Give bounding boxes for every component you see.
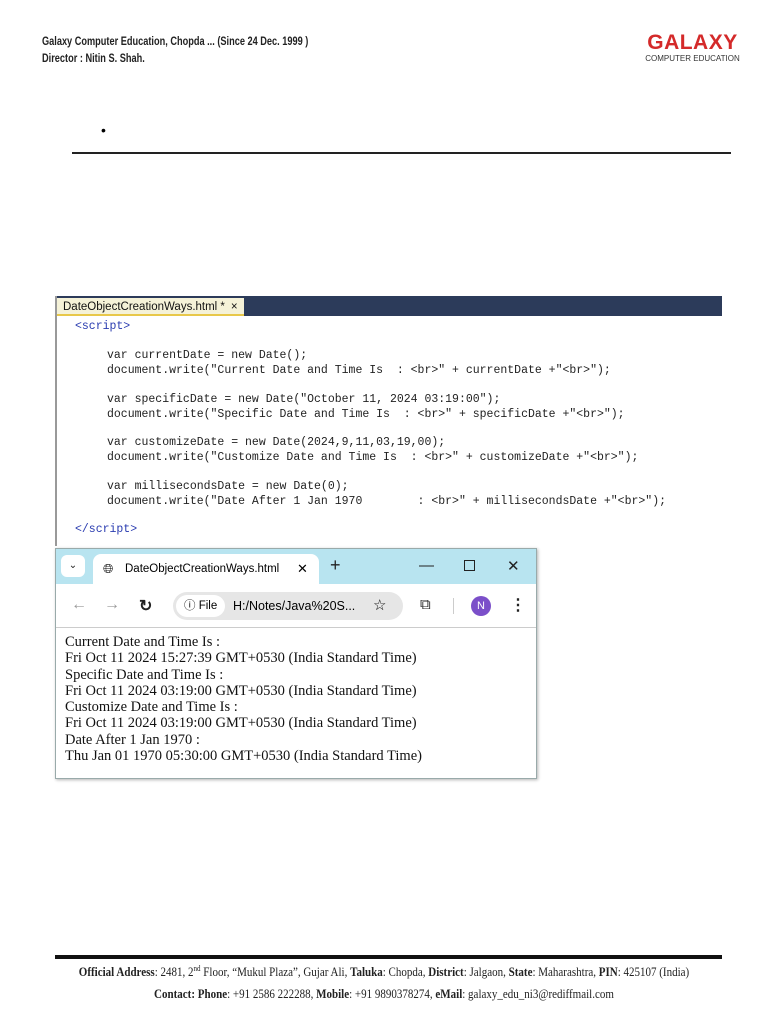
code-line: var customizeDate = new Date(2024,9,11,0… <box>107 436 446 449</box>
footer-divider <box>55 955 722 959</box>
output-line: Thu Jan 01 1970 05:30:00 GMT+0530 (India… <box>65 748 422 765</box>
bookmark-star-icon[interactable]: ☆ <box>373 592 386 620</box>
divider <box>72 152 731 154</box>
label: Taluka <box>350 965 383 980</box>
text: : +91 9890378274, <box>349 987 436 1001</box>
label: eMail <box>435 987 463 1001</box>
back-icon[interactable]: ← <box>71 596 87 614</box>
code-line: var specificDate = new Date("October 11,… <box>107 393 501 406</box>
text: : Chopda, <box>382 965 429 980</box>
code-line: document.write("Current Date and Time Is… <box>107 364 611 377</box>
label: Contact: Phone <box>154 987 228 1001</box>
editor-tab-bar: DateObjectCreationWays.html * × <box>57 296 722 316</box>
label: District <box>428 965 464 980</box>
editor-tab-label: DateObjectCreationWays.html * <box>63 301 225 313</box>
email-link[interactable]: : galaxy_edu_ni3@rediffmail.com <box>462 987 614 1001</box>
new-tab-icon[interactable]: + <box>330 555 341 576</box>
output-line: Date After 1 Jan 1970 : <box>65 731 200 748</box>
code-line: document.write("Specific Date and Time I… <box>107 408 625 421</box>
info-icon: ⓘ <box>184 600 199 612</box>
minimize-icon[interactable]: — <box>419 557 434 574</box>
code-line: document.write("Customize Date and Time … <box>107 451 639 464</box>
address-bar[interactable]: ⓘ File H:/Notes/Java%20S... ☆ <box>173 592 403 620</box>
window-close-icon[interactable]: ✕ <box>507 557 520 575</box>
code-line: var currentDate = new Date(); <box>107 349 308 362</box>
url-text: H:/Notes/Java%20S... <box>233 599 356 613</box>
profile-avatar[interactable]: N <box>471 596 491 616</box>
output-line: Fri Oct 11 2024 03:19:00 GMT+0530 (India… <box>65 715 417 732</box>
text: : Maharashtra, <box>532 965 599 980</box>
tab-title: DateObjectCreationWays.html <box>125 563 280 575</box>
globe-icon: 🌐︎ <box>103 561 114 576</box>
bullet: • <box>101 122 106 138</box>
text: : 425107 (India) <box>617 965 690 980</box>
code-line: var millisecondsDate = new Date(0); <box>107 480 349 493</box>
text: : 2481, 2 <box>154 965 194 980</box>
director-name: Director : Nitin S. Shah. <box>42 53 145 65</box>
browser-tab[interactable]: 🌐︎ DateObjectCreationWays.html ✕ <box>93 554 319 584</box>
code-editor: DateObjectCreationWays.html * × <script> … <box>55 296 722 546</box>
output-line: Fri Oct 11 2024 03:19:00 GMT+0530 (India… <box>65 682 417 699</box>
output-line: Customize Date and Time Is : <box>65 699 238 716</box>
toolbar-separator <box>453 598 454 614</box>
institute-name: Galaxy Computer Education, Chopda ... (S… <box>42 36 309 48</box>
galaxy-logo: GALAXY COMPUTER EDUCATION <box>645 32 740 64</box>
page-output: Current Date and Time Is : Fri Oct 11 20… <box>56 628 536 764</box>
menu-kebab-icon[interactable]: ⋮ <box>510 595 526 615</box>
logo-sub: COMPUTER EDUCATION <box>645 54 740 63</box>
output-line: Specific Date and Time Is : <box>65 666 224 683</box>
browser-toolbar: ← → ↻ ⓘ File H:/Notes/Java%20S... ☆ ⧉ N … <box>56 584 536 628</box>
label: Mobile <box>316 987 350 1001</box>
label: State <box>508 965 533 980</box>
label: Official Address <box>78 965 155 980</box>
code-line: </script> <box>75 523 138 536</box>
label: PIN <box>598 965 618 980</box>
header-info: Galaxy Computer Education, Chopda ... (S… <box>42 34 308 68</box>
text: nd <box>193 964 201 973</box>
tab-close-icon[interactable]: ✕ <box>297 554 308 584</box>
site-info-chip[interactable]: ⓘ File <box>176 595 226 617</box>
file-label: File <box>198 600 218 612</box>
maximize-icon[interactable] <box>464 560 475 571</box>
text: Floor, “Mukul Plaza”, Gujar Ali, <box>200 965 351 980</box>
code-line: document.write("Date After 1 Jan 1970 : … <box>107 495 666 508</box>
reload-icon[interactable]: ↻ <box>139 596 152 616</box>
tab-strip: ⌄ 🌐︎ DateObjectCreationWays.html ✕ + — ✕ <box>56 549 536 584</box>
logo-main: GALAXY <box>647 31 738 54</box>
tab-search-chevron-icon[interactable]: ⌄ <box>61 555 85 577</box>
code-line: <script> <box>75 320 131 333</box>
forward-icon[interactable]: → <box>104 596 120 614</box>
extensions-icon[interactable]: ⧉ <box>420 596 431 613</box>
footer-address: Official Address: 2481, 2nd Floor, “Muku… <box>46 964 722 980</box>
output-line: Current Date and Time Is : <box>65 634 221 650</box>
text: : +91 2586 222288, <box>227 987 317 1001</box>
footer-contact: Contact: Phone: +91 2586 222288, Mobile:… <box>46 987 722 1002</box>
browser-window: ⌄ 🌐︎ DateObjectCreationWays.html ✕ + — ✕… <box>55 548 537 779</box>
editor-tab[interactable]: DateObjectCreationWays.html * × <box>57 298 244 316</box>
text: : Jalgaon, <box>463 965 509 980</box>
close-icon[interactable]: × <box>231 301 238 313</box>
output-line: Fri Oct 11 2024 15:27:39 GMT+0530 (India… <box>65 650 417 667</box>
